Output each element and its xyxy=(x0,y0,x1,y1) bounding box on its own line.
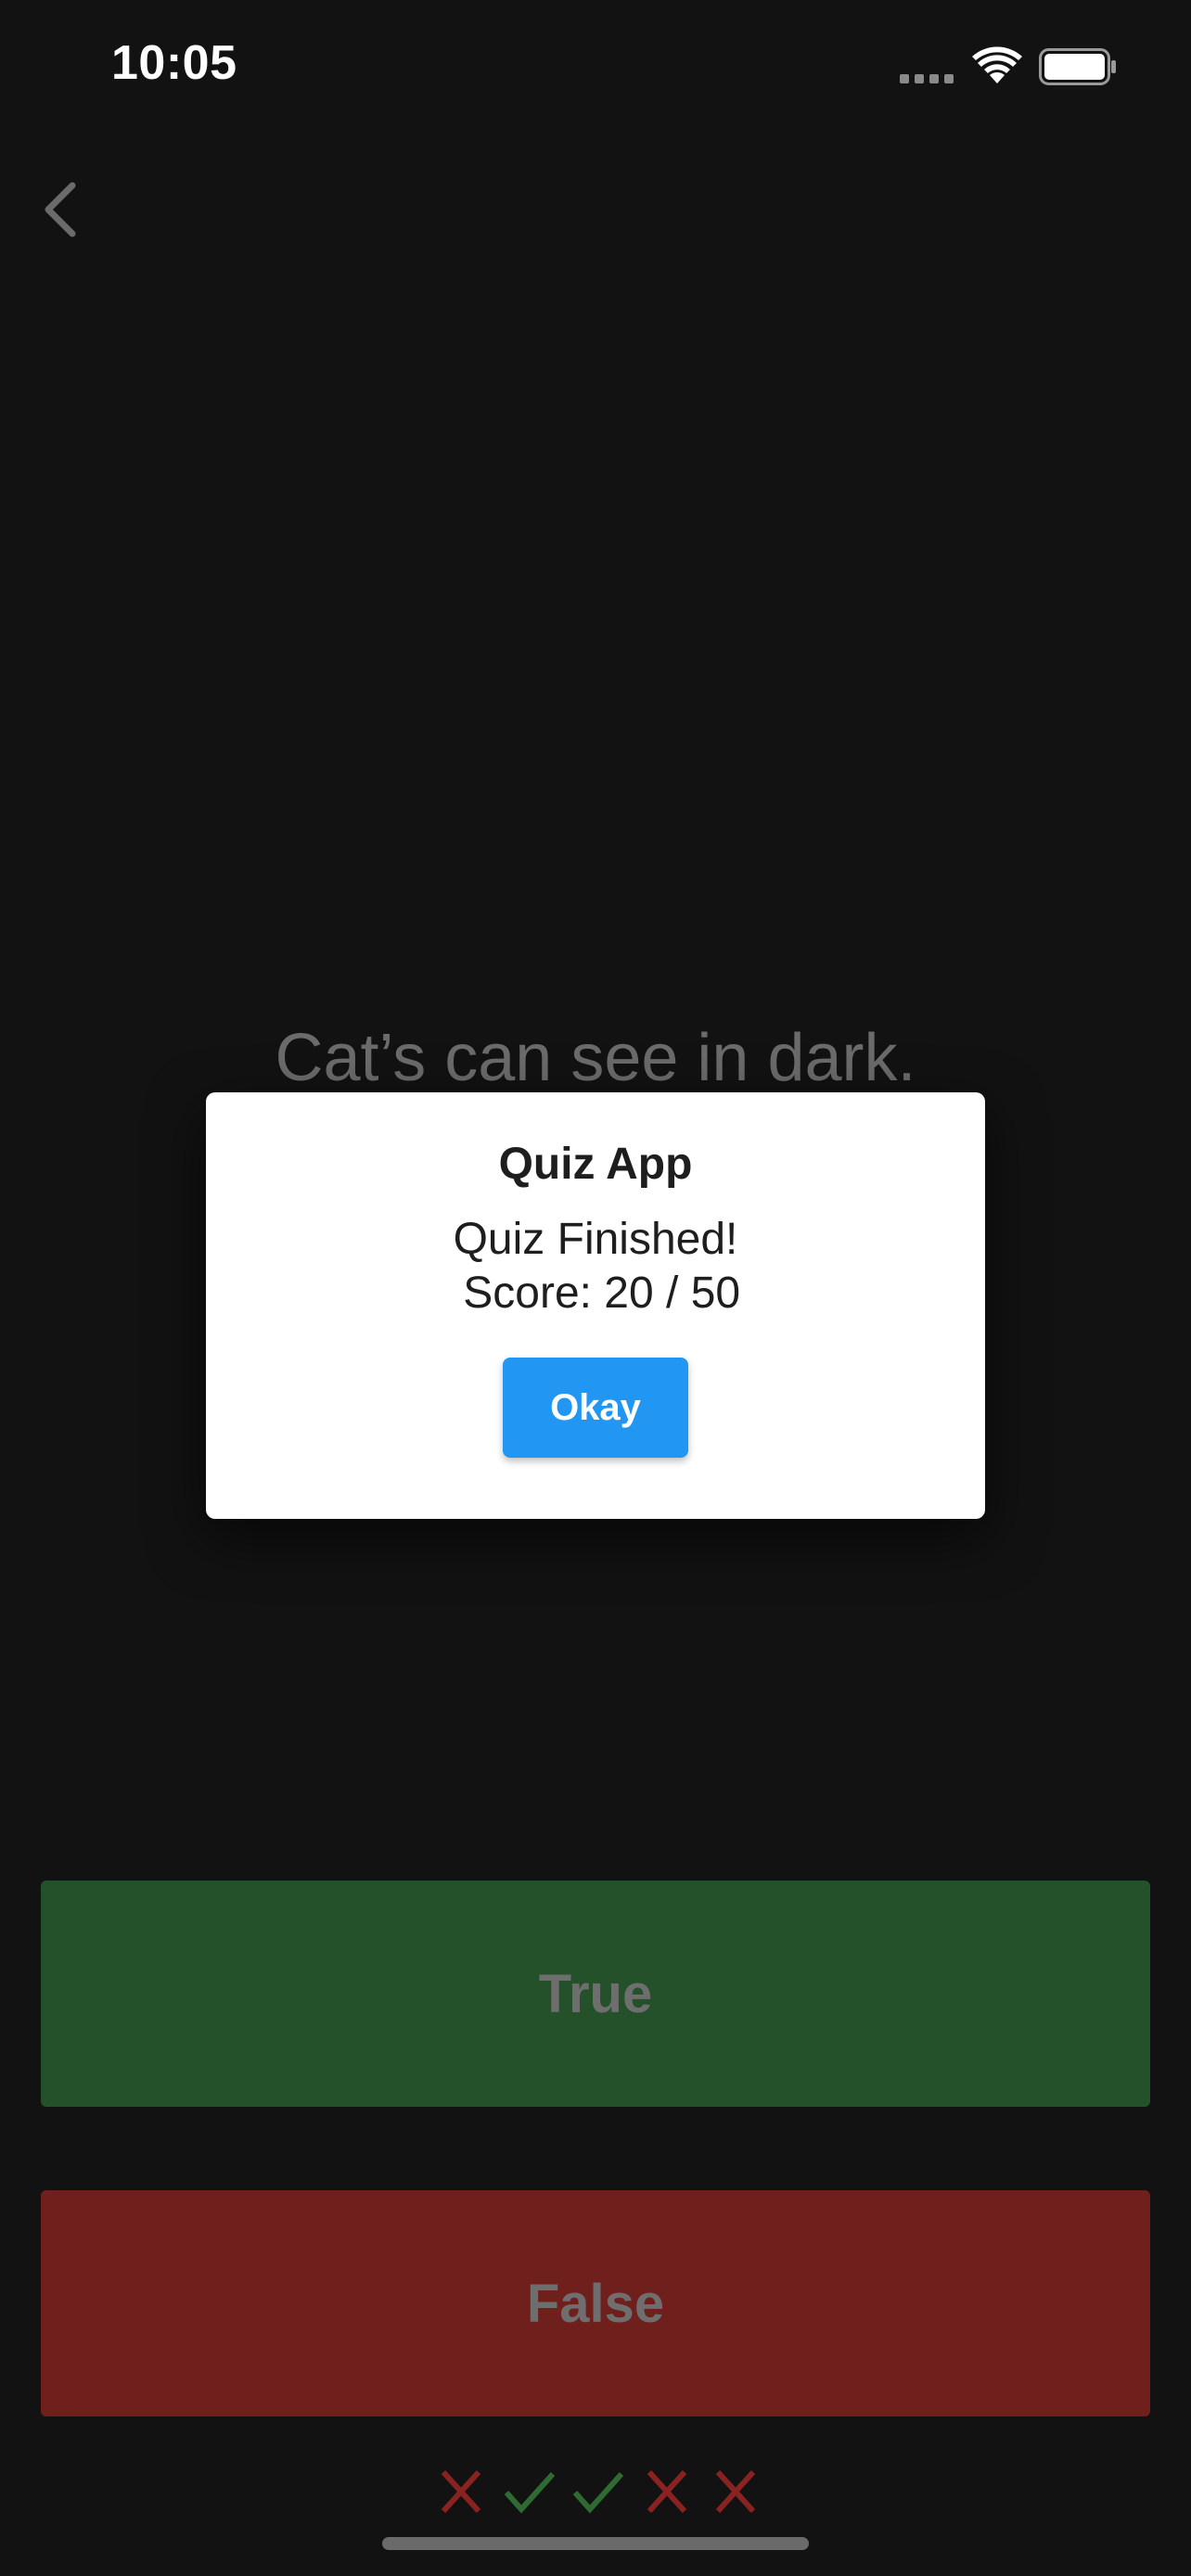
check-icon xyxy=(572,2471,624,2514)
score-keeper xyxy=(432,2467,764,2517)
okay-button[interactable]: Okay xyxy=(503,1358,688,1458)
cross-icon xyxy=(715,2469,756,2514)
cellular-signal-icon xyxy=(900,74,957,83)
home-indicator[interactable] xyxy=(382,2537,809,2550)
status-time: 10:05 xyxy=(111,36,237,90)
back-button[interactable] xyxy=(33,172,89,247)
false-button[interactable]: False xyxy=(41,2190,1150,2417)
dialog-message: Quiz Finished! Score: 20 / 50 xyxy=(206,1213,985,1320)
quiz-finished-dialog: Quiz App Quiz Finished! Score: 20 / 50 O… xyxy=(206,1092,985,1519)
dialog-message-line-1: Quiz Finished! xyxy=(453,1215,738,1264)
wifi-icon xyxy=(972,46,1022,83)
cross-icon xyxy=(647,2469,687,2514)
question-text: Cat’s can see in dark. xyxy=(275,1021,916,1095)
cross-icon xyxy=(441,2469,481,2514)
dialog-title: Quiz App xyxy=(498,1140,693,1189)
check-icon xyxy=(504,2471,556,2514)
quiz-screen: 10:05 Cat’s can see in dark. True False xyxy=(0,0,1191,2576)
true-button[interactable]: True xyxy=(41,1881,1150,2107)
dialog-score-line: Score: 20 / 50 xyxy=(450,1269,741,1318)
battery-icon xyxy=(1039,48,1116,85)
